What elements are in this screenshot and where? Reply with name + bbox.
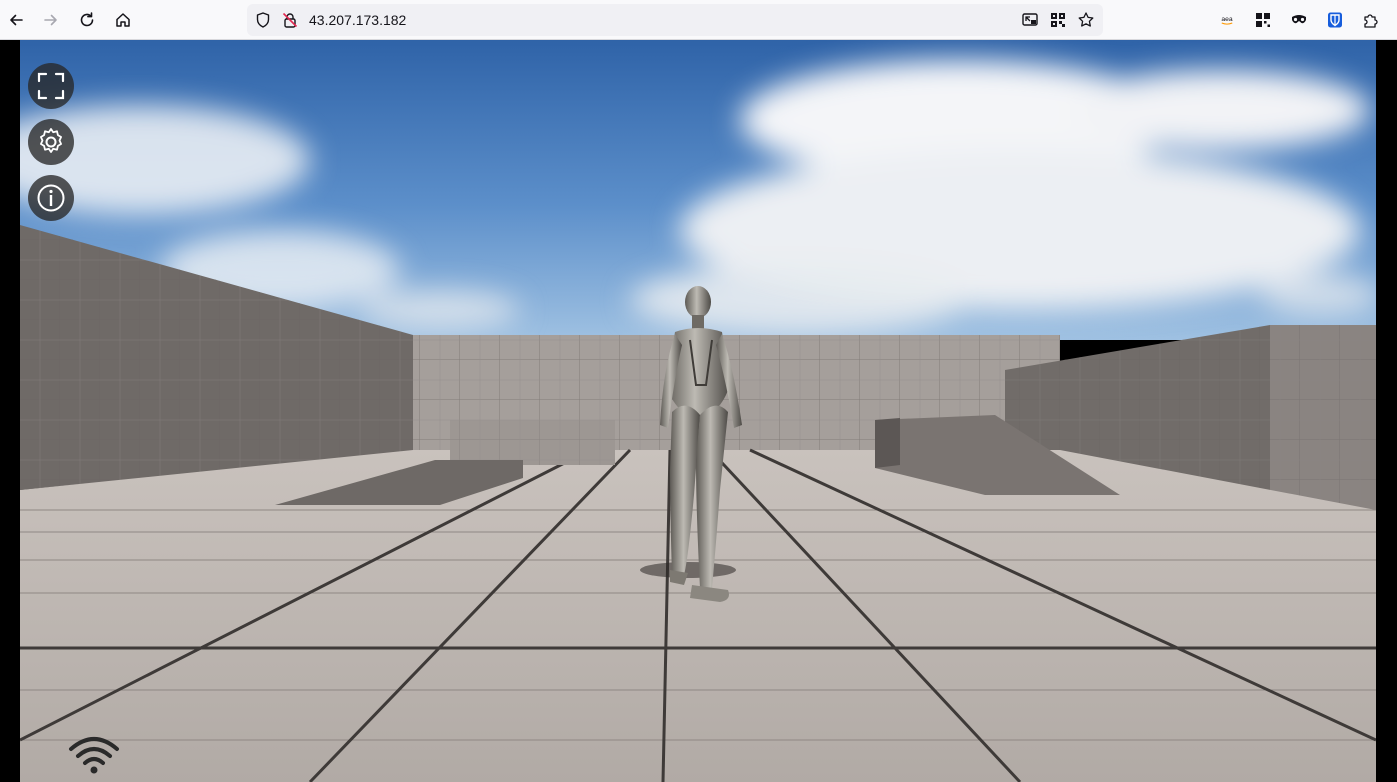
game-scene	[20, 40, 1376, 782]
amazon-assistant-icon: aea	[1221, 16, 1233, 25]
tracking-shield-icon[interactable]	[254, 11, 272, 29]
letterbox-right	[1376, 40, 1397, 782]
reload-icon	[80, 12, 94, 27]
address-bar[interactable]: 43.207.173.182	[247, 4, 1103, 36]
qr-grid-icon	[1256, 13, 1270, 27]
browser-toolbar: 43.207.173.182 aea	[0, 0, 1397, 40]
private-glasses-icon	[1292, 15, 1306, 24]
wifi-icon	[69, 737, 119, 774]
home-icon	[116, 13, 130, 27]
info-button[interactable]	[28, 175, 74, 221]
fullscreen-button[interactable]	[28, 63, 74, 109]
fullscreen-icon	[37, 72, 65, 100]
url-text[interactable]: 43.207.173.182	[309, 12, 406, 28]
reload-button[interactable]	[73, 6, 101, 34]
extension-qr-button[interactable]	[1249, 6, 1277, 34]
forward-arrow-icon	[44, 14, 57, 26]
extension-glasses-button[interactable]	[1285, 6, 1313, 34]
back-arrow-icon	[10, 14, 23, 26]
forward-button[interactable]	[37, 6, 65, 34]
info-icon	[37, 184, 65, 212]
bookmark-star-icon[interactable]	[1077, 11, 1095, 29]
bitwarden-shield-icon	[1328, 12, 1342, 28]
settings-button[interactable]	[28, 119, 74, 165]
extensions-menu-button[interactable]	[1357, 6, 1385, 34]
qr-code-icon[interactable]	[1049, 11, 1067, 29]
back-button[interactable]	[2, 6, 30, 34]
home-button[interactable]	[109, 6, 137, 34]
puzzle-piece-icon	[1364, 14, 1378, 28]
extension-bitwarden-button[interactable]	[1321, 6, 1349, 34]
letterbox-left	[0, 40, 20, 782]
extension-aea-button[interactable]: aea	[1213, 6, 1241, 34]
game-stream-viewport[interactable]	[20, 40, 1376, 782]
picture-in-picture-icon[interactable]	[1021, 11, 1039, 29]
insecure-lock-icon[interactable]	[281, 11, 299, 29]
svg-text:aea: aea	[1221, 16, 1233, 23]
settings-gear-icon	[40, 128, 62, 153]
character-shadow	[640, 562, 736, 578]
